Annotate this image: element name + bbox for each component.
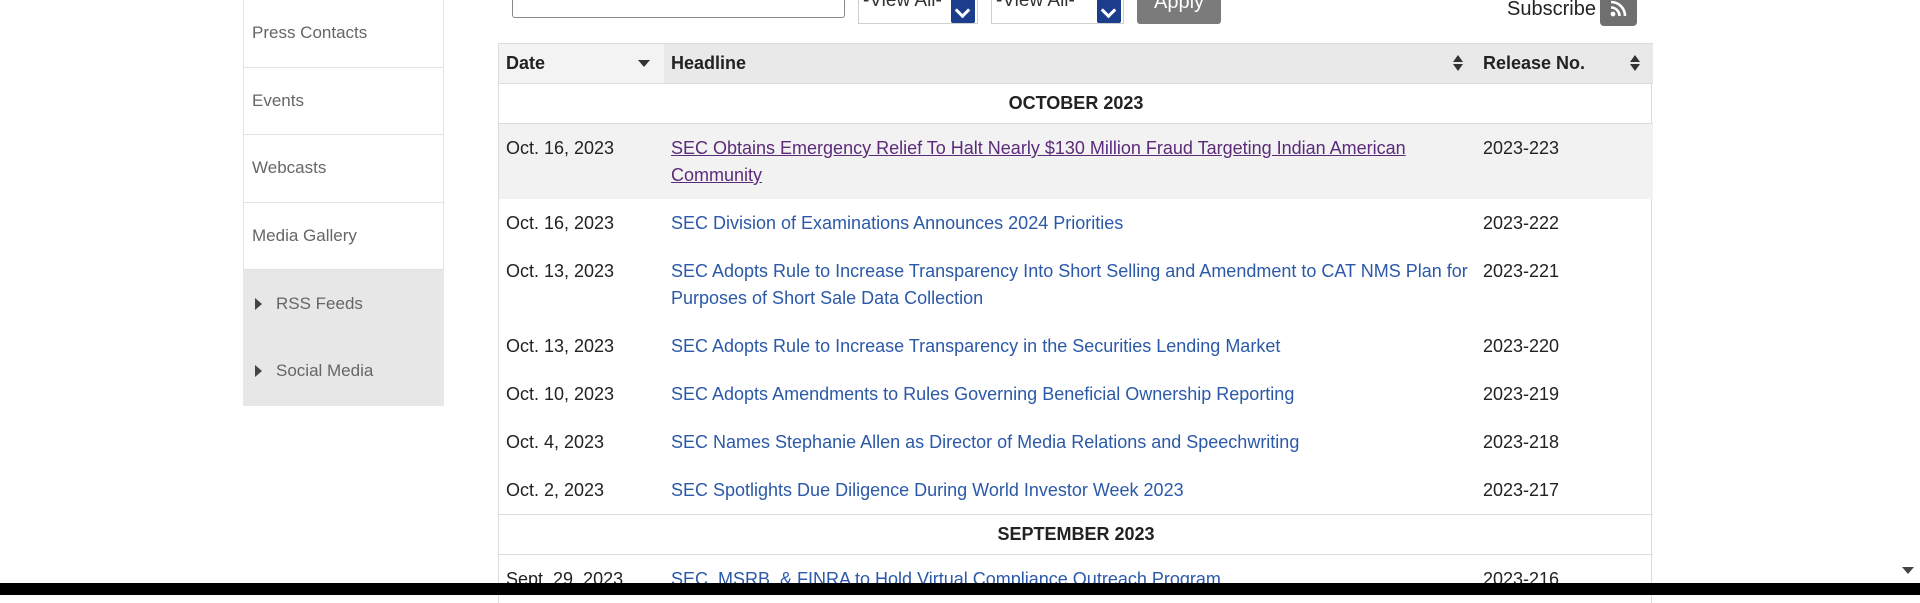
headline-link[interactable]: SEC Spotlights Due Diligence During Worl… (671, 480, 1184, 500)
caret-right-icon (255, 298, 262, 310)
table-row: Oct. 16, 2023 SEC Division of Examinatio… (499, 199, 1653, 247)
sidebar-item-social-media[interactable]: Social Media (243, 338, 444, 406)
sidebar-item-media-gallery[interactable]: Media Gallery (243, 203, 444, 271)
release-number: 2023-219 (1476, 370, 1653, 418)
column-header-label: Release No. (1483, 53, 1585, 73)
rss-icon (1610, 0, 1627, 17)
table-row: Oct. 10, 2023 SEC Adopts Amendments to R… (499, 370, 1653, 418)
headline-link[interactable]: SEC Names Stephanie Allen as Director of… (671, 432, 1299, 452)
release-number: 2023-223 (1476, 124, 1653, 200)
sort-icon (1630, 55, 1640, 73)
column-header-headline[interactable]: Headline (664, 44, 1476, 84)
sidebar-item-label: Social Media (276, 361, 373, 381)
table-row: Oct. 2, 2023 SEC Spotlights Due Diligenc… (499, 466, 1653, 515)
table-row: Oct. 13, 2023 SEC Adopts Rule to Increas… (499, 322, 1653, 370)
headline-link[interactable]: SEC Obtains Emergency Relief To Halt Nea… (671, 138, 1406, 185)
column-header-release-no[interactable]: Release No. (1476, 44, 1653, 84)
table-row: Sept. 29, 2023 SEC, MSRB, & FINRA to Hol… (499, 555, 1653, 603)
release-date: Oct. 13, 2023 (499, 322, 664, 370)
sidebar-item-press-contacts[interactable]: Press Contacts (243, 0, 444, 68)
release-number: 2023-220 (1476, 322, 1653, 370)
subscribe-label: Subscribe (1507, 0, 1596, 21)
sidebar-item-label: Events (252, 91, 304, 111)
column-header-date[interactable]: Date (499, 44, 664, 84)
search-input[interactable] (512, 0, 845, 18)
release-number: 2023-222 (1476, 199, 1653, 247)
month-heading: OCTOBER 2023 (499, 84, 1653, 124)
filter-select-2[interactable]: -View All- (991, 0, 1124, 24)
sort-icon (1453, 55, 1463, 73)
release-number: 2023-216 (1476, 555, 1653, 603)
scroll-down-arrow-icon[interactable] (1902, 567, 1914, 574)
month-heading: SEPTEMBER 2023 (499, 515, 1653, 555)
headline-link[interactable]: SEC Adopts Rule to Increase Transparency… (671, 261, 1468, 308)
table-row: Oct. 4, 2023 SEC Names Stephanie Allen a… (499, 418, 1653, 466)
month-group-row: SEPTEMBER 2023 (499, 515, 1653, 555)
rss-subscribe-button[interactable] (1600, 0, 1637, 26)
release-number: 2023-221 (1476, 247, 1653, 322)
filter-select-1[interactable]: -View All- (858, 0, 978, 24)
press-releases-table: Date Headline Release No. OCTOBER 2023 O… (498, 43, 1652, 603)
headline-link[interactable]: SEC Adopts Amendments to Rules Governing… (671, 384, 1294, 404)
caret-right-icon (255, 365, 262, 377)
table-row: Oct. 13, 2023 SEC Adopts Rule to Increas… (499, 247, 1653, 322)
release-date: Oct. 2, 2023 (499, 466, 664, 515)
column-header-label: Date (506, 53, 545, 73)
sort-descending-icon (638, 60, 650, 67)
column-header-label: Headline (671, 53, 746, 73)
sidebar-item-events[interactable]: Events (243, 68, 444, 136)
release-date: Oct. 16, 2023 (499, 124, 664, 200)
release-date: Oct. 10, 2023 (499, 370, 664, 418)
sidebar-nav: Press Contacts Events Webcasts Media Gal… (243, 0, 444, 406)
select-value: -View All- (996, 0, 1075, 14)
chevron-down-icon[interactable] (951, 0, 975, 23)
select-value: -View All- (863, 0, 942, 14)
chevron-down-icon[interactable] (1097, 0, 1121, 23)
sidebar-item-label: Webcasts (252, 158, 326, 178)
headline-link[interactable]: SEC Adopts Rule to Increase Transparency… (671, 336, 1280, 356)
table-row: Oct. 16, 2023 SEC Obtains Emergency Reli… (499, 124, 1653, 200)
release-date: Oct. 13, 2023 (499, 247, 664, 322)
bottom-bar (0, 583, 1920, 595)
apply-button[interactable]: Apply (1137, 0, 1221, 24)
release-date: Sept. 29, 2023 (499, 555, 664, 603)
release-date: Oct. 4, 2023 (499, 418, 664, 466)
month-group-row: OCTOBER 2023 (499, 84, 1653, 124)
sidebar-item-label: RSS Feeds (276, 294, 363, 314)
sidebar-item-label: Media Gallery (252, 226, 357, 246)
sidebar-item-rss-feeds[interactable]: RSS Feeds (243, 270, 444, 338)
release-number: 2023-217 (1476, 466, 1653, 515)
table-header-row: Date Headline Release No. (499, 44, 1653, 84)
headline-link[interactable]: SEC Division of Examinations Announces 2… (671, 213, 1123, 233)
release-number: 2023-218 (1476, 418, 1653, 466)
release-date: Oct. 16, 2023 (499, 199, 664, 247)
sidebar-item-label: Press Contacts (252, 23, 367, 43)
sidebar-item-webcasts[interactable]: Webcasts (243, 135, 444, 203)
